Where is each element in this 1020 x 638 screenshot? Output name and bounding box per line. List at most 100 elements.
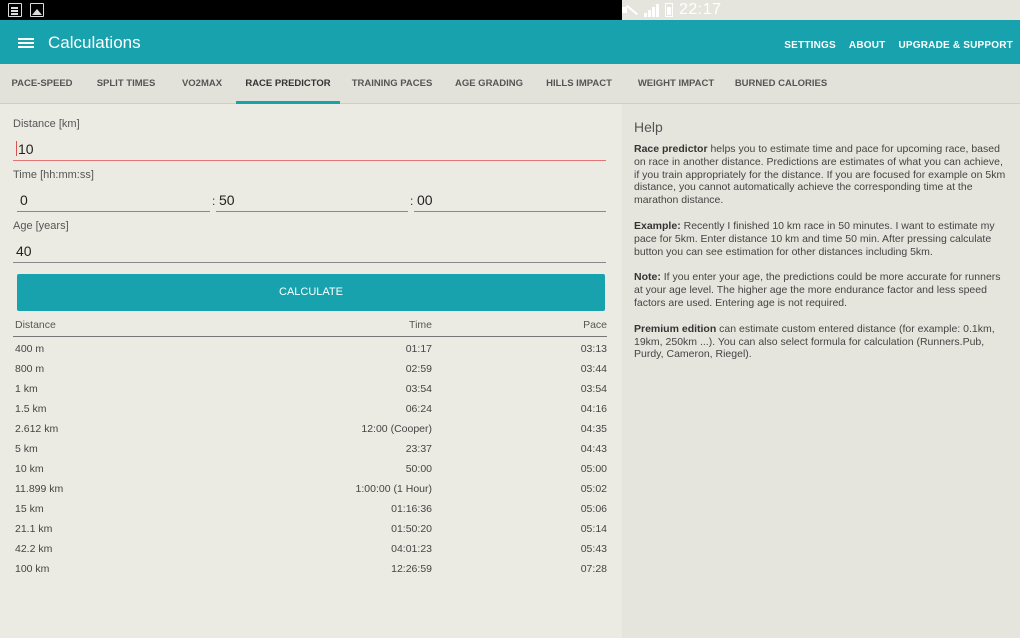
time-seconds-input[interactable]: 00 xyxy=(414,190,606,212)
tab-burned-calories[interactable]: BURNED CALORIES xyxy=(728,64,834,104)
settings-button[interactable]: SETTINGS xyxy=(784,40,836,51)
help-term: Note: xyxy=(634,271,661,284)
signal-icon xyxy=(644,3,659,17)
row-distance: 10 km xyxy=(15,463,44,475)
row-time: 03:54 xyxy=(405,383,432,395)
row-pace: 03:13 xyxy=(580,343,607,355)
row-distance: 100 km xyxy=(15,563,50,575)
header-time: Time xyxy=(409,319,432,331)
calculate-button[interactable]: CALCULATE xyxy=(17,274,605,311)
distance-label: Distance [km] xyxy=(13,118,80,130)
row-distance: 1.5 km xyxy=(15,403,47,415)
table-row: 800 m 02:59 03:44 xyxy=(13,360,607,380)
table-row: 1 km 03:54 03:54 xyxy=(13,380,607,400)
help-paragraph: Example: Recently I finished 10 km race … xyxy=(634,220,1010,258)
row-time: 1:00:00 (1 Hour) xyxy=(355,483,432,495)
notification-doc-icon xyxy=(8,3,22,17)
row-time: 06:24 xyxy=(405,403,432,415)
row-pace: 05:00 xyxy=(580,463,607,475)
tab-weight-impact[interactable]: WEIGHT IMPACT xyxy=(624,64,728,104)
menu-icon[interactable] xyxy=(18,38,34,48)
help-term: Example: xyxy=(634,219,681,232)
mute-icon xyxy=(622,4,638,16)
app-title: Calculations xyxy=(48,33,141,52)
upgrade-support-button[interactable]: UPGRADE & SUPPORT xyxy=(898,40,1013,51)
distance-value: 10 xyxy=(18,141,34,157)
table-row: 10 km 50:00 05:00 xyxy=(13,460,607,480)
row-pace: 07:28 xyxy=(580,563,607,575)
row-time: 12:26:59 xyxy=(391,563,432,575)
help-paragraph: Premium edition can estimate custom ente… xyxy=(634,323,1010,361)
table-row: 42.2 km 04:01:23 05:43 xyxy=(13,540,607,560)
row-distance: 21.1 km xyxy=(15,523,53,535)
header-distance: Distance xyxy=(15,319,56,331)
tab-age-grading[interactable]: AGE GRADING xyxy=(444,64,534,104)
row-time: 01:50:20 xyxy=(391,523,432,535)
time-label: Time [hh:mm:ss] xyxy=(13,169,94,181)
row-pace: 04:43 xyxy=(580,443,607,455)
table-row: 400 m 01:17 03:13 xyxy=(13,340,607,360)
time-hours-input[interactable]: 0 xyxy=(17,190,210,212)
row-pace: 03:44 xyxy=(580,363,607,375)
tab-vo2max[interactable]: VO2MAX xyxy=(168,64,236,104)
status-time: 22:17 xyxy=(679,1,722,18)
help-text: Recently I finished 10 km race in 50 min… xyxy=(634,219,995,258)
row-time: 12:00 (Cooper) xyxy=(361,423,432,435)
status-bar: 22:17 xyxy=(0,0,1020,20)
help-title: Help xyxy=(634,119,663,135)
row-distance: 800 m xyxy=(15,363,45,375)
about-button[interactable]: ABOUT xyxy=(849,40,886,51)
row-time: 01:17 xyxy=(405,343,432,355)
table-row: 11.899 km 1:00:00 (1 Hour) 05:02 xyxy=(13,480,607,500)
row-distance: 11.899 km xyxy=(15,483,64,495)
help-term: Race predictor xyxy=(634,143,708,155)
table-row: 2.612 km 12:00 (Cooper) 04:35 xyxy=(13,420,607,440)
table-row: 1.5 km 06:24 04:16 xyxy=(13,400,607,420)
tab-hills-impact[interactable]: HILLS IMPACT xyxy=(534,64,624,104)
help-paragraph: Race predictor helps you to estimate tim… xyxy=(634,143,1010,207)
row-pace: 05:06 xyxy=(580,503,607,515)
help-term: Premium edition xyxy=(634,322,717,335)
row-pace: 05:14 xyxy=(580,523,607,535)
header-pace: Pace xyxy=(583,319,607,331)
row-distance: 1 km xyxy=(15,383,38,395)
tab-split-times[interactable]: SPLIT TIMES xyxy=(84,64,168,104)
time-separator: : xyxy=(212,194,216,208)
battery-icon xyxy=(665,3,673,17)
table-row: 21.1 km 01:50:20 05:14 xyxy=(13,520,607,540)
time-separator: : xyxy=(410,194,414,208)
tab-training-paces[interactable]: TRAINING PACES xyxy=(340,64,444,104)
row-distance: 5 km xyxy=(15,443,38,455)
row-pace: 04:16 xyxy=(580,403,607,415)
age-input[interactable]: 40 xyxy=(13,241,606,263)
distance-input[interactable]: 10 xyxy=(13,139,606,161)
help-panel: Help Race predictor helps you to estimat… xyxy=(622,104,1020,638)
age-label: Age [years] xyxy=(13,220,69,232)
time-minutes-input[interactable]: 50 xyxy=(216,190,408,212)
help-paragraph: Note: If you enter your age, the predict… xyxy=(634,271,1010,309)
app-bar: Calculations SETTINGS ABOUT UPGRADE & SU… xyxy=(0,20,1020,64)
row-pace: 03:54 xyxy=(580,383,607,395)
row-time: 04:01:23 xyxy=(391,543,432,555)
table-row: 15 km 01:16:36 05:06 xyxy=(13,500,607,520)
row-pace: 04:35 xyxy=(580,423,607,435)
tab-race-predictor[interactable]: RACE PREDICTOR xyxy=(236,64,340,104)
tab-bar: PACE-SPEED SPLIT TIMES VO2MAX RACE PREDI… xyxy=(0,64,1020,104)
row-time: 50:00 xyxy=(405,463,432,475)
row-time: 23:37 xyxy=(405,443,432,455)
table-row: 5 km 23:37 04:43 xyxy=(13,440,607,460)
results-table-header: Distance Time Pace xyxy=(13,319,607,337)
row-distance: 42.2 km xyxy=(15,543,53,555)
row-pace: 05:02 xyxy=(580,483,607,495)
notification-image-icon xyxy=(30,3,44,17)
tab-pace-speed[interactable]: PACE-SPEED xyxy=(0,64,84,104)
row-pace: 05:43 xyxy=(580,543,607,555)
row-time: 02:59 xyxy=(405,363,432,375)
row-time: 01:16:36 xyxy=(391,503,432,515)
table-row: 100 km 12:26:59 07:28 xyxy=(13,560,607,580)
help-body: Race predictor helps you to estimate tim… xyxy=(634,143,1010,374)
results-table: 400 m 01:17 03:13 800 m 02:59 03:44 1 km 03:5… xyxy=(13,340,607,580)
text-cursor xyxy=(16,141,17,156)
row-distance: 15 km xyxy=(15,503,44,515)
row-distance: 2.612 km xyxy=(15,423,59,435)
